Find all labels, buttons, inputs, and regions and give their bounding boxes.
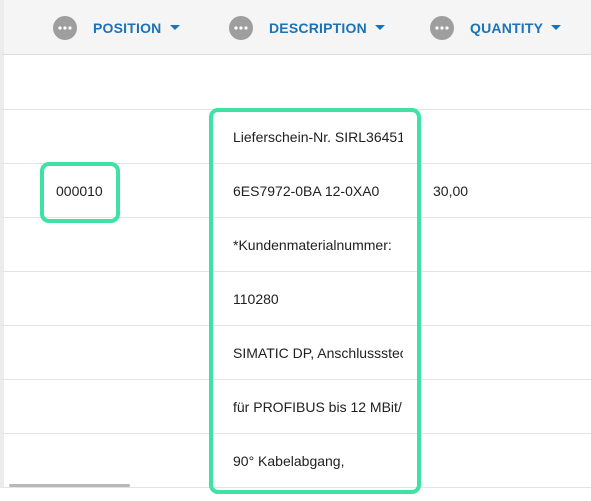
column-label-quantity: QUANTITY xyxy=(470,19,544,36)
table-body: Lieferschein-Nr. SIRL36451 000010 6ES797… xyxy=(0,55,591,488)
description-cell: 6ES7972-0BA 12-0XA0 xyxy=(233,182,380,199)
position-cell xyxy=(56,326,136,379)
more-icon[interactable] xyxy=(229,15,253,40)
position-cell: 000010 xyxy=(56,182,103,199)
description-cell: *Kundenmaterialnummer: xyxy=(233,236,392,253)
quantity-cell xyxy=(433,55,513,109)
column-label-position: POSITION xyxy=(93,19,162,36)
table-header: POSITION DESCRIPTION QUANTITY xyxy=(0,0,591,55)
table-row[interactable]: 110280 xyxy=(0,272,591,326)
position-cell xyxy=(56,110,136,163)
position-cell xyxy=(56,380,136,433)
table-row[interactable]: 000010 6ES7972-0BA 12-0XA0 30,00 xyxy=(0,164,591,218)
description-cell xyxy=(233,55,403,109)
quantity-cell xyxy=(433,434,513,487)
quantity-cell xyxy=(433,272,513,325)
position-cell xyxy=(56,55,136,109)
sort-caret-icon[interactable] xyxy=(374,25,385,30)
sort-caret-icon[interactable] xyxy=(551,25,562,30)
quantity-cell xyxy=(433,326,513,379)
description-cell: 110280 xyxy=(233,290,279,307)
column-header-description[interactable]: DESCRIPTION xyxy=(229,0,385,55)
column-header-quantity[interactable]: QUANTITY xyxy=(430,0,562,55)
column-label-description: DESCRIPTION xyxy=(269,19,367,36)
table-row[interactable]: SIMATIC DP, Anschlussstec xyxy=(0,326,591,380)
sort-caret-icon[interactable] xyxy=(169,25,180,30)
more-icon[interactable] xyxy=(430,15,454,40)
quantity-cell: 30,00 xyxy=(433,182,469,199)
table-row[interactable]: 90° Kabelabgang, xyxy=(0,434,591,488)
quantity-cell xyxy=(433,380,513,433)
more-icon[interactable] xyxy=(53,15,77,40)
table-row[interactable]: für PROFIBUS bis 12 MBit/ xyxy=(0,380,591,434)
description-cell: für PROFIBUS bis 12 MBit/ xyxy=(233,398,402,415)
column-header-position[interactable]: POSITION xyxy=(53,0,180,55)
position-cell xyxy=(56,434,136,487)
table-row[interactable]: *Kundenmaterialnummer: xyxy=(0,218,591,272)
table-row[interactable] xyxy=(0,55,591,110)
position-cell xyxy=(56,272,136,325)
horizontal-scrollbar[interactable] xyxy=(9,484,130,487)
position-cell xyxy=(56,218,136,271)
table-row[interactable]: Lieferschein-Nr. SIRL36451 xyxy=(0,110,591,164)
description-cell: SIMATIC DP, Anschlussstec xyxy=(233,344,403,361)
quantity-cell xyxy=(433,110,513,163)
description-cell: 90° Kabelabgang, xyxy=(233,452,345,469)
quantity-cell xyxy=(433,218,513,271)
description-cell: Lieferschein-Nr. SIRL36451 xyxy=(233,128,403,145)
